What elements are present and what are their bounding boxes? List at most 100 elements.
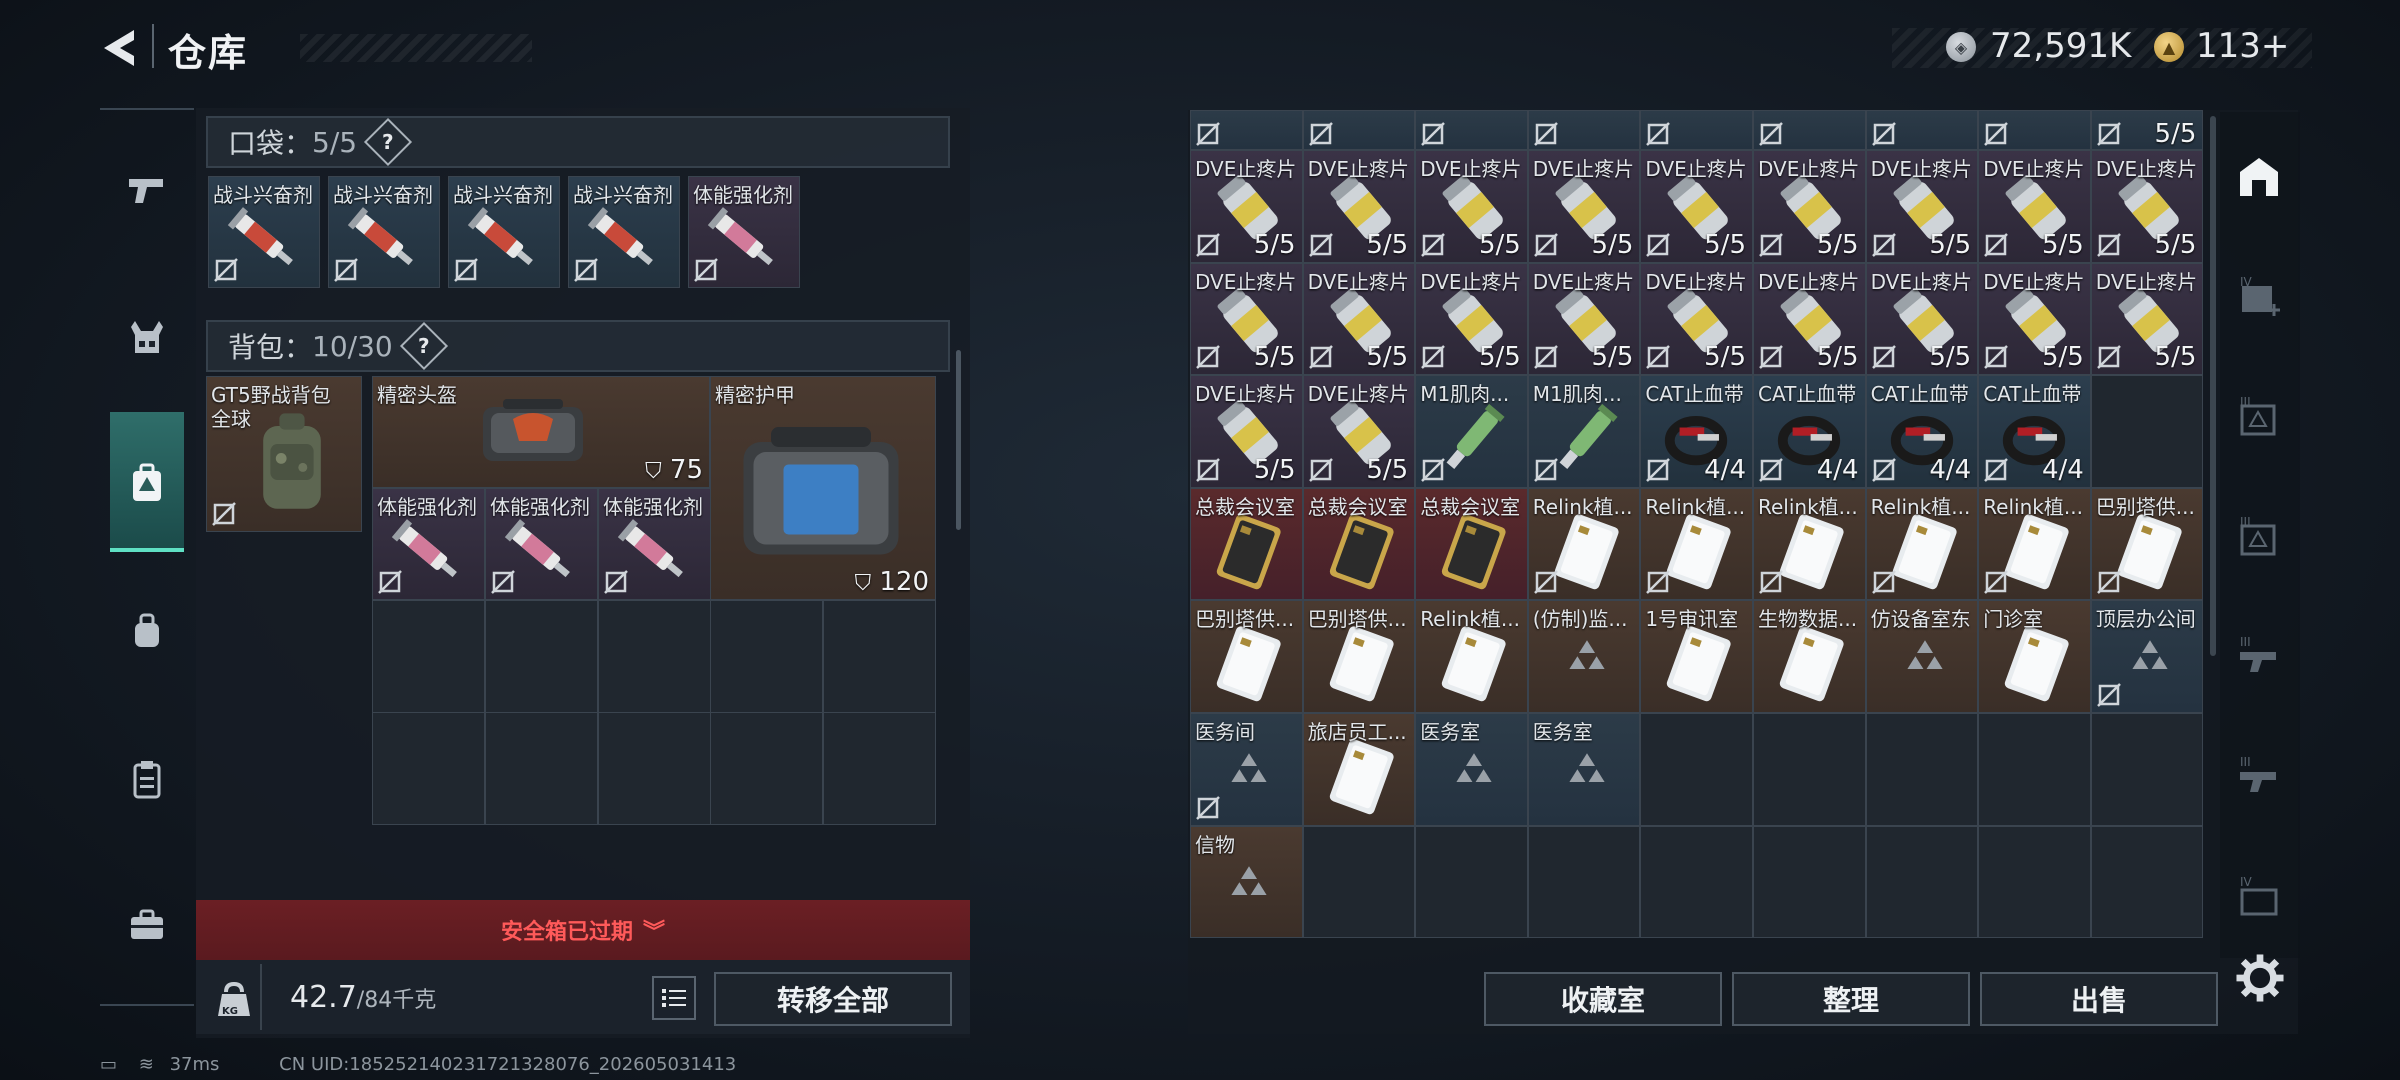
stash-item[interactable]: 医务室 — [1527, 713, 1641, 826]
sidebar-item-inventory[interactable] — [110, 446, 184, 520]
stash-empty-slot[interactable] — [2090, 375, 2204, 488]
stash-empty-slot[interactable] — [1415, 825, 1528, 939]
stash-item[interactable]: CAT止血带 4/4 — [1753, 375, 1866, 488]
pocket-slot[interactable]: 战斗兴奋剂 — [568, 176, 680, 288]
stash-item[interactable]: Relink植... — [1865, 487, 1979, 601]
transfer-all-button[interactable]: 转移全部 — [714, 972, 952, 1026]
list-view-button[interactable] — [652, 976, 696, 1020]
stash-item[interactable]: DVE止疼片 5/5 — [1865, 150, 1979, 263]
sidebar-item-case[interactable] — [110, 888, 184, 962]
organize-button[interactable]: 整理 — [1732, 972, 1970, 1026]
stash-item[interactable]: Relink植... — [1527, 487, 1641, 601]
stash-empty-slot[interactable] — [1865, 713, 1979, 826]
tab-stash-folder[interactable]: IV — [2228, 866, 2290, 928]
stash-item[interactable]: 巴别塔供... — [1302, 600, 1416, 713]
stash-item[interactable]: CAT止血带 4/4 — [1865, 375, 1979, 488]
stash-item[interactable]: Relink植... — [1415, 600, 1528, 713]
backpack-grid-slot[interactable] — [597, 600, 711, 713]
stash-empty-slot[interactable] — [1527, 825, 1641, 939]
stash-item[interactable]: 信物 — [1190, 825, 1303, 939]
backpack-grid-slot[interactable] — [372, 712, 485, 825]
stash-item[interactable]: 门诊室 — [1978, 600, 2091, 713]
pocket-slot[interactable]: 战斗兴奋剂 — [208, 176, 320, 288]
stash-item[interactable]: DVE止疼片 5/5 — [1190, 150, 1303, 263]
stash-item[interactable]: DVE止疼片 5/5 — [1415, 150, 1528, 263]
tab-stash-3b[interactable]: III — [2228, 506, 2290, 568]
tab-stash-main[interactable] — [2228, 146, 2290, 208]
stash-scrollbar[interactable] — [2210, 116, 2216, 656]
tab-stash-add[interactable]: IV — [2228, 266, 2290, 328]
backpack-help-button[interactable]: ? — [399, 321, 448, 371]
stash-item[interactable]: 医务间 — [1190, 713, 1303, 826]
stash-item[interactable]: DVE止疼片 5/5 — [1415, 262, 1528, 376]
stash-item[interactable]: DVE止疼片 5/5 — [2090, 262, 2204, 376]
stash-empty-slot[interactable] — [1753, 713, 1866, 826]
collection-button[interactable]: 收藏室 — [1484, 972, 1722, 1026]
tab-stash-3[interactable]: III — [2228, 386, 2290, 448]
stash-item[interactable]: M1肌肉... — [1527, 375, 1641, 488]
stash-empty-slot[interactable] — [1865, 825, 1979, 939]
stash-item[interactable]: DVE止疼片 5/5 — [1978, 150, 2091, 263]
stash-empty-slot[interactable] — [1978, 825, 2091, 939]
sidebar-item-bag[interactable] — [110, 594, 184, 668]
stash-item[interactable]: DVE止疼片 5/5 — [1640, 262, 1753, 376]
backpack-grid-slot[interactable] — [484, 600, 598, 713]
stash-item[interactable]: Relink植... — [1753, 487, 1866, 601]
back-button[interactable] — [100, 26, 144, 70]
backpack-item[interactable]: 体能强化剂 — [485, 488, 598, 600]
stash-item[interactable]: DVE止疼片 5/5 — [1640, 150, 1753, 263]
stash-empty-slot[interactable] — [1640, 825, 1753, 939]
pocket-slot[interactable]: 体能强化剂 — [688, 176, 800, 288]
stash-slot-partial[interactable] — [1527, 110, 1641, 150]
backpack-slot[interactable]: GT5野战背包 全球 — [206, 376, 362, 532]
stash-empty-slot[interactable] — [1978, 713, 2091, 826]
stash-item[interactable]: 总裁会议室 — [1302, 487, 1416, 601]
backpack-grid-slot[interactable] — [710, 600, 824, 713]
stash-item[interactable]: 总裁会议室 — [1190, 487, 1303, 601]
stash-item[interactable]: DVE止疼片 5/5 — [1527, 150, 1641, 263]
left-scrollbar[interactable] — [956, 350, 961, 530]
stash-item[interactable]: DVE止疼片 5/5 — [1302, 375, 1416, 488]
stash-item[interactable]: Relink植... — [1978, 487, 2091, 601]
stash-item[interactable]: DVE止疼片 5/5 — [1190, 262, 1303, 376]
stash-item[interactable]: 巴别塔供... — [1190, 600, 1303, 713]
stash-item[interactable]: DVE止疼片 5/5 — [1753, 150, 1866, 263]
tab-stash-weapon-edit[interactable]: III — [2228, 746, 2290, 808]
stash-item[interactable]: DVE止疼片 5/5 — [1527, 262, 1641, 376]
stash-item[interactable]: DVE止疼片 5/5 — [1753, 262, 1866, 376]
stash-item[interactable]: 医务室 — [1415, 713, 1528, 826]
stash-slot-partial[interactable] — [1753, 110, 1866, 150]
backpack-item[interactable]: 体能强化剂 — [598, 488, 711, 600]
stash-slot-partial[interactable] — [1415, 110, 1528, 150]
sidebar-item-weapons[interactable] — [110, 152, 184, 226]
stash-item[interactable]: DVE止疼片 5/5 — [1190, 375, 1303, 488]
stash-slot-partial[interactable] — [1865, 110, 1979, 150]
pocket-help-button[interactable]: ? — [364, 117, 413, 167]
stash-empty-slot[interactable] — [1302, 825, 1416, 939]
tab-stash-weapon[interactable]: III — [2228, 626, 2290, 688]
stash-slot-partial[interactable] — [1978, 110, 2091, 150]
stash-slot-partial[interactable] — [1190, 110, 1303, 150]
pocket-slot[interactable]: 战斗兴奋剂 — [448, 176, 560, 288]
stash-empty-slot[interactable] — [1753, 825, 1866, 939]
stash-item[interactable]: 巴别塔供... — [2090, 487, 2204, 601]
stash-item[interactable]: M1肌肉... — [1415, 375, 1528, 488]
stash-item[interactable]: 总裁会议室 — [1415, 487, 1528, 601]
stash-item[interactable]: 旅店员工... — [1302, 713, 1416, 826]
backpack-grid-slot[interactable] — [710, 712, 824, 825]
stash-empty-slot[interactable] — [2090, 825, 2204, 939]
stash-item[interactable]: DVE止疼片 5/5 — [1302, 150, 1416, 263]
stash-item[interactable]: 顶层办公间 — [2090, 600, 2204, 713]
stash-slot-partial[interactable]: 5/5 — [2090, 110, 2204, 150]
stash-slot-partial[interactable] — [1302, 110, 1416, 150]
stash-item[interactable]: DVE止疼片 5/5 — [1978, 262, 2091, 376]
sidebar-item-armor[interactable] — [110, 300, 184, 374]
stash-empty-slot[interactable] — [1640, 713, 1753, 826]
stash-item[interactable]: 1号审讯室 — [1640, 600, 1753, 713]
stash-item[interactable]: CAT止血带 4/4 — [1978, 375, 2091, 488]
stash-empty-slot[interactable] — [2090, 713, 2204, 826]
backpack-grid-slot[interactable] — [372, 600, 485, 713]
stash-item[interactable]: 仿设备室东 — [1865, 600, 1979, 713]
backpack-grid-slot[interactable] — [823, 712, 937, 825]
sell-button[interactable]: 出售 — [1980, 972, 2218, 1026]
